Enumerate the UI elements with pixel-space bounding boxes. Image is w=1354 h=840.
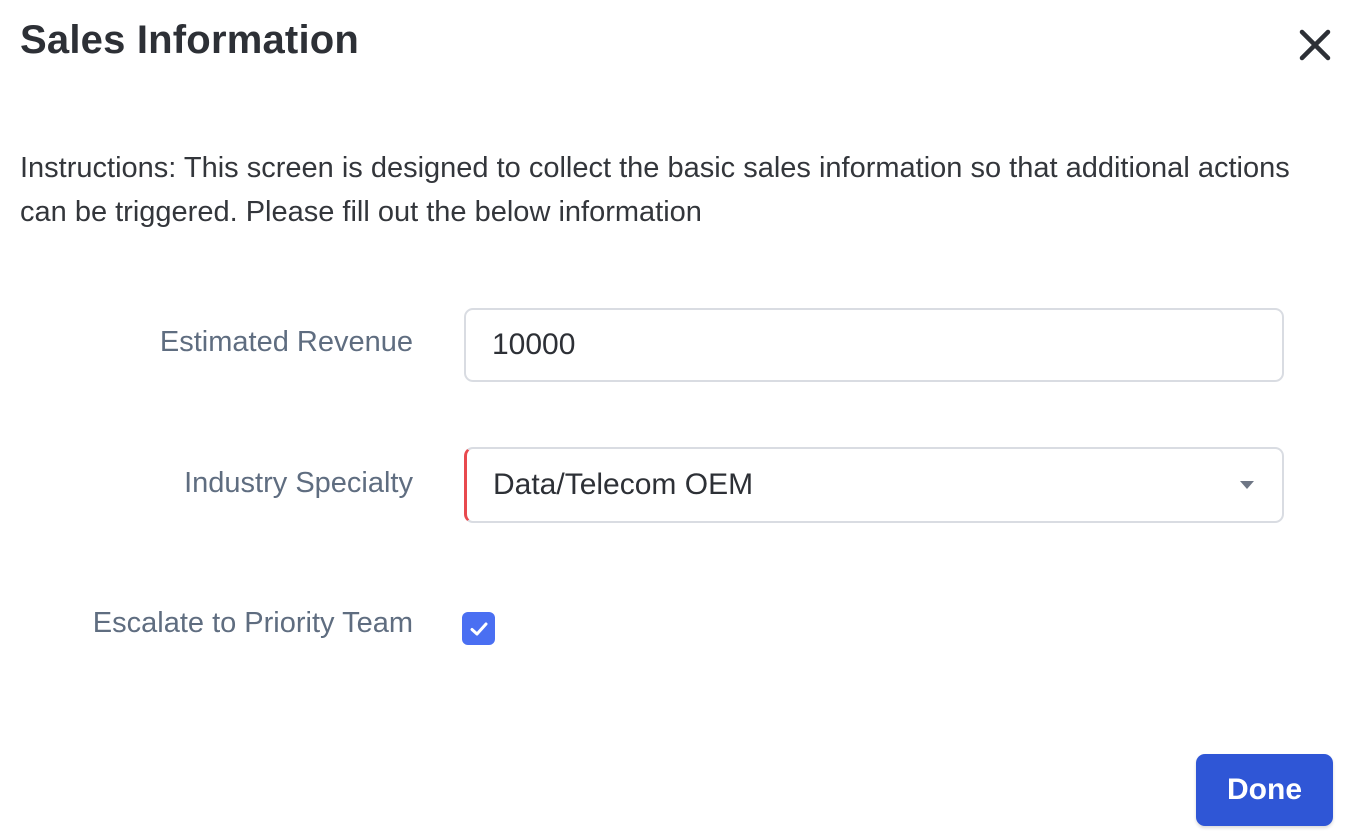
industry-specialty-label: Industry Specialty	[184, 467, 413, 499]
industry-specialty-select[interactable]: Data/Telecom OEM	[464, 447, 1284, 523]
instructions-text: Instructions: This screen is designed to…	[20, 152, 1290, 228]
close-button[interactable]	[1290, 20, 1340, 70]
escalate-label: Escalate to Priority Team	[92, 607, 413, 639]
estimated-revenue-label: Estimated Revenue	[159, 326, 413, 358]
checkmark-icon	[470, 622, 487, 635]
sales-information-dialog: Sales Information Instructions: This scr…	[0, 0, 1354, 840]
estimated-revenue-input[interactable]	[464, 308, 1284, 382]
industry-specialty-value: Data/Telecom OEM	[493, 468, 754, 501]
close-icon	[1299, 29, 1331, 61]
escalate-checkbox[interactable]	[462, 612, 495, 645]
chevron-down-icon	[1240, 481, 1254, 489]
dialog-title: Sales Information	[20, 18, 360, 62]
done-button[interactable]: Done	[1196, 754, 1333, 826]
